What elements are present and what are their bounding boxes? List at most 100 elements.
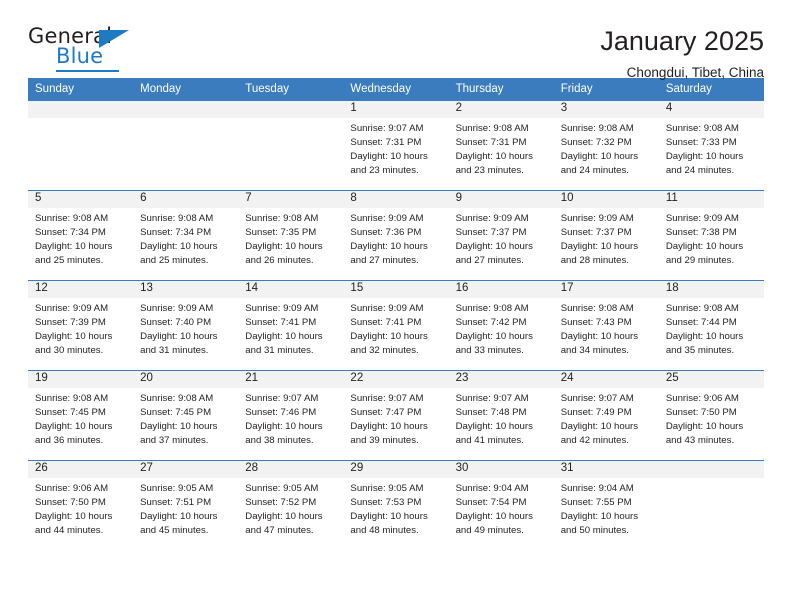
calendar-day-cell[interactable]: 10 Sunrise: 9:09 AM Sunset: 7:37 PM Dayligh… (553, 190, 659, 281)
calendar-day-cell[interactable]: 29 Sunrise: 9:05 AM Sunset: 7:53 PM Dayligh… (343, 460, 449, 551)
day-cell-inner: 23 Sunrise: 9:07 AM Sunset: 7:48 PM Dayligh… (448, 371, 554, 460)
day-cell-inner (238, 101, 344, 190)
daylight-text-line1: Daylight: 10 hours (35, 241, 113, 253)
day-cell-details: Sunrise: 9:09 AM Sunset: 7:41 PM Daylight:… (238, 298, 343, 358)
title-block: January 2025 Chongdui, Tibet, China (600, 26, 764, 80)
sunset-text: Sunset: 7:52 PM (245, 497, 317, 509)
daylight-text-line1: Daylight: 10 hours (140, 511, 218, 523)
sunrise-text: Sunrise: 9:08 AM (665, 303, 739, 314)
calendar-day-cell[interactable]: 16 Sunrise: 9:08 AM Sunset: 7:42 PM Dayligh… (448, 280, 554, 371)
sunset-text: Sunset: 7:49 PM (560, 407, 632, 419)
calendar-day-cell[interactable]: 5 Sunrise: 9:08 AM Sunset: 7:34 PM Daylight… (28, 190, 134, 281)
daylight-text-line2: and 23 minutes. (455, 165, 524, 177)
daylight-text-line2: and 26 minutes. (245, 255, 314, 267)
day-number (658, 461, 764, 478)
calendar-day-cell[interactable]: 3 Sunrise: 9:08 AM Sunset: 7:32 PM Daylight… (553, 100, 659, 191)
daylight-text-line2: and 33 minutes. (455, 345, 524, 357)
calendar-day-cell[interactable]: 9 Sunrise: 9:09 AM Sunset: 7:37 PM Daylight… (448, 190, 554, 281)
day-number: 18 (658, 281, 764, 298)
daylight-text-line2: and 30 minutes. (35, 345, 104, 357)
calendar-day-cell[interactable]: 21 Sunrise: 9:07 AM Sunset: 7:46 PM Dayligh… (238, 370, 344, 461)
page-subtitle: Chongdui, Tibet, China (626, 65, 764, 81)
calendar-day-cell[interactable]: 27 Sunrise: 9:05 AM Sunset: 7:51 PM Dayligh… (133, 460, 239, 551)
calendar-day-cell[interactable]: 13 Sunrise: 9:09 AM Sunset: 7:40 PM Dayligh… (133, 280, 239, 371)
sunrise-text: Sunrise: 9:09 AM (140, 303, 214, 314)
calendar-day-cell[interactable]: 4 Sunrise: 9:08 AM Sunset: 7:33 PM Daylight… (658, 100, 764, 191)
calendar-day-cell[interactable]: 22 Sunrise: 9:07 AM Sunset: 7:47 PM Dayligh… (343, 370, 449, 461)
calendar-day-cell[interactable]: 23 Sunrise: 9:07 AM Sunset: 7:48 PM Dayligh… (448, 370, 554, 461)
calendar-day-cell[interactable]: 8 Sunrise: 9:09 AM Sunset: 7:36 PM Daylight… (343, 190, 449, 281)
calendar-day-cell[interactable]: 28 Sunrise: 9:05 AM Sunset: 7:52 PM Dayligh… (238, 460, 344, 551)
calendar-day-cell[interactable]: 30 Sunrise: 9:04 AM Sunset: 7:54 PM Dayligh… (448, 460, 554, 551)
general-blue-logo[interactable]: General Blue (28, 26, 148, 74)
day-number: 2 (448, 101, 554, 118)
sunset-text: Sunset: 7:31 PM (350, 137, 422, 149)
day-cell-details: Sunrise: 9:07 AM Sunset: 7:47 PM Daylight:… (343, 388, 448, 448)
sunset-text: Sunset: 7:53 PM (350, 497, 422, 509)
sunrise-text: Sunrise: 9:07 AM (350, 393, 424, 404)
calendar-day-cell[interactable]: 7 Sunrise: 9:08 AM Sunset: 7:35 PM Daylight… (238, 190, 344, 281)
calendar-day-cell[interactable]: 2 Sunrise: 9:08 AM Sunset: 7:31 PM Daylight… (448, 100, 554, 191)
sunrise-text: Sunrise: 9:05 AM (350, 483, 424, 494)
calendar-day-cell[interactable]: 14 Sunrise: 9:09 AM Sunset: 7:41 PM Dayligh… (238, 280, 344, 371)
calendar-day-cell[interactable]: 18 Sunrise: 9:08 AM Sunset: 7:44 PM Dayligh… (658, 280, 764, 371)
day-cell-details: Sunrise: 9:06 AM Sunset: 7:50 PM Daylight:… (659, 388, 764, 448)
calendar-day-cell[interactable]: 17 Sunrise: 9:08 AM Sunset: 7:43 PM Dayligh… (553, 280, 659, 371)
sunrise-text: Sunrise: 9:09 AM (455, 213, 529, 224)
daylight-text-line1: Daylight: 10 hours (140, 241, 218, 253)
day-cell-inner: 30 Sunrise: 9:04 AM Sunset: 7:54 PM Dayligh… (448, 461, 554, 551)
daylight-text-line2: and 28 minutes. (560, 255, 629, 267)
calendar-day-cell[interactable]: 15 Sunrise: 9:09 AM Sunset: 7:41 PM Dayligh… (343, 280, 449, 371)
day-number: 1 (343, 101, 449, 118)
sunset-text: Sunset: 7:48 PM (455, 407, 527, 419)
day-cell-inner (28, 101, 134, 190)
day-cell-details: Sunrise: 9:08 AM Sunset: 7:42 PM Daylight:… (449, 298, 554, 358)
calendar-day-cell[interactable]: 24 Sunrise: 9:07 AM Sunset: 7:49 PM Dayligh… (553, 370, 659, 461)
calendar-day-cell[interactable]: 19 Sunrise: 9:08 AM Sunset: 7:45 PM Dayligh… (28, 370, 134, 461)
day-number (238, 101, 344, 118)
weekday-header-wednesday: Wednesday (343, 78, 449, 101)
sunset-text: Sunset: 7:37 PM (455, 227, 527, 239)
daylight-text-line1: Daylight: 10 hours (560, 151, 639, 163)
calendar-day-cell[interactable]: 20 Sunrise: 9:08 AM Sunset: 7:45 PM Dayligh… (133, 370, 239, 461)
calendar-day-cell-empty (238, 100, 344, 191)
day-cell-inner: 1 Sunrise: 9:07 AM Sunset: 7:31 PM Daylight… (343, 101, 449, 190)
calendar-day-cell[interactable]: 6 Sunrise: 9:08 AM Sunset: 7:34 PM Daylight… (133, 190, 239, 281)
daylight-text-line1: Daylight: 10 hours (455, 151, 533, 163)
day-cell-inner: 9 Sunrise: 9:09 AM Sunset: 7:37 PM Daylight… (448, 191, 554, 280)
sunrise-text: Sunrise: 9:08 AM (140, 213, 214, 224)
day-cell-details: Sunrise: 9:07 AM Sunset: 7:48 PM Daylight:… (449, 388, 554, 448)
weekday-header-friday: Friday (553, 78, 659, 101)
daylight-text-line1: Daylight: 10 hours (245, 421, 323, 433)
calendar-day-cell[interactable]: 1 Sunrise: 9:07 AM Sunset: 7:31 PM Daylight… (343, 100, 449, 191)
daylight-text-line2: and 39 minutes. (350, 435, 419, 447)
daylight-text-line2: and 27 minutes. (350, 255, 419, 267)
day-cell-details: Sunrise: 9:08 AM Sunset: 7:35 PM Daylight:… (238, 208, 343, 268)
day-cell-details: Sunrise: 9:07 AM Sunset: 7:31 PM Daylight:… (343, 118, 448, 178)
daylight-text-line1: Daylight: 10 hours (140, 331, 218, 343)
calendar-day-cell[interactable]: 25 Sunrise: 9:06 AM Sunset: 7:50 PM Dayligh… (658, 370, 764, 461)
day-cell-inner: 10 Sunrise: 9:09 AM Sunset: 7:37 PM Dayligh… (553, 191, 659, 280)
sunrise-text: Sunrise: 9:07 AM (560, 393, 634, 404)
calendar-day-cell[interactable]: 26 Sunrise: 9:06 AM Sunset: 7:50 PM Dayligh… (28, 460, 134, 551)
day-cell-inner: 25 Sunrise: 9:06 AM Sunset: 7:50 PM Dayligh… (658, 371, 764, 460)
daylight-text-line2: and 34 minutes. (560, 345, 629, 357)
daylight-text-line1: Daylight: 10 hours (245, 241, 323, 253)
day-cell-details: Sunrise: 9:05 AM Sunset: 7:51 PM Daylight:… (133, 478, 238, 538)
sunrise-text: Sunrise: 9:08 AM (560, 303, 634, 314)
day-cell-details: Sunrise: 9:09 AM Sunset: 7:36 PM Daylight:… (343, 208, 448, 268)
day-number: 7 (238, 191, 344, 208)
day-cell-details: Sunrise: 9:08 AM Sunset: 7:45 PM Daylight:… (133, 388, 238, 448)
day-cell-details: Sunrise: 9:08 AM Sunset: 7:32 PM Daylight:… (554, 118, 659, 178)
day-number: 11 (658, 191, 764, 208)
sunrise-text: Sunrise: 9:04 AM (455, 483, 529, 494)
calendar-grid: Sunday Monday Tuesday Wednesday Thursday… (28, 78, 764, 551)
calendar-day-cell[interactable]: 31 Sunrise: 9:04 AM Sunset: 7:55 PM Dayligh… (553, 460, 659, 551)
calendar-day-cell[interactable]: 12 Sunrise: 9:09 AM Sunset: 7:39 PM Dayligh… (28, 280, 134, 371)
sunrise-text: Sunrise: 9:08 AM (35, 393, 109, 404)
sunset-text: Sunset: 7:45 PM (140, 407, 212, 419)
calendar-day-cell[interactable]: 11 Sunrise: 9:09 AM Sunset: 7:38 PM Dayligh… (658, 190, 764, 281)
daylight-text-line1: Daylight: 10 hours (560, 511, 639, 523)
sunrise-text: Sunrise: 9:08 AM (665, 123, 739, 134)
day-cell-details: Sunrise: 9:09 AM Sunset: 7:37 PM Daylight:… (554, 208, 659, 268)
